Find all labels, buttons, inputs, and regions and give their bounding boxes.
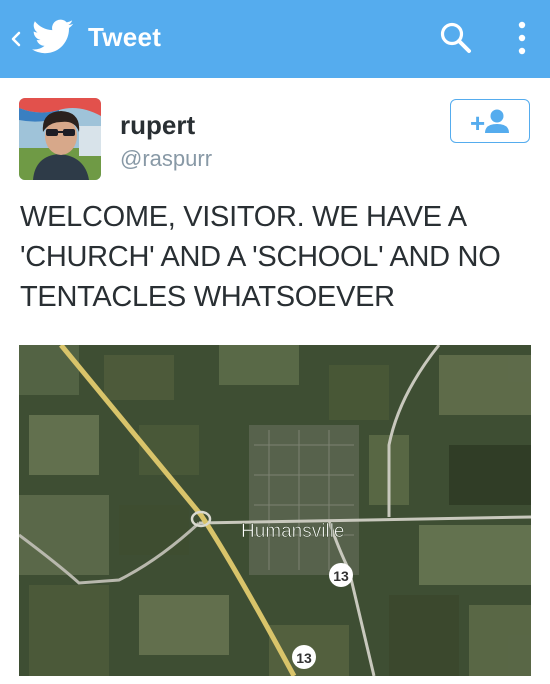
page-title: Tweet — [88, 22, 162, 52]
map-place-label: Humansville — [241, 521, 344, 542]
search-icon[interactable] — [438, 20, 474, 56]
tweet-text: WELCOME, VISITOR. WE HAVE A 'CHURCH' AND… — [20, 201, 501, 313]
map-image[interactable]: Humansville 13 13 — [19, 345, 531, 676]
app-bar: Tweet — [0, 0, 550, 78]
overflow-menu-icon[interactable] — [510, 18, 534, 58]
follow-plus-label: + — [470, 108, 485, 138]
svg-text:13: 13 — [333, 568, 349, 584]
route-shield-lower: 13 — [292, 645, 316, 669]
chevron-left-icon[interactable] — [8, 27, 24, 51]
twitter-bird-icon[interactable] — [32, 19, 74, 55]
user-display-name[interactable]: rupert — [120, 110, 195, 141]
avatar[interactable] — [19, 98, 101, 180]
user-handle[interactable]: @raspurr — [120, 146, 212, 172]
svg-text:13: 13 — [296, 650, 312, 666]
follow-button[interactable]: + — [450, 99, 530, 143]
add-person-icon: + — [470, 108, 509, 138]
route-shield-upper: 13 — [329, 563, 353, 587]
